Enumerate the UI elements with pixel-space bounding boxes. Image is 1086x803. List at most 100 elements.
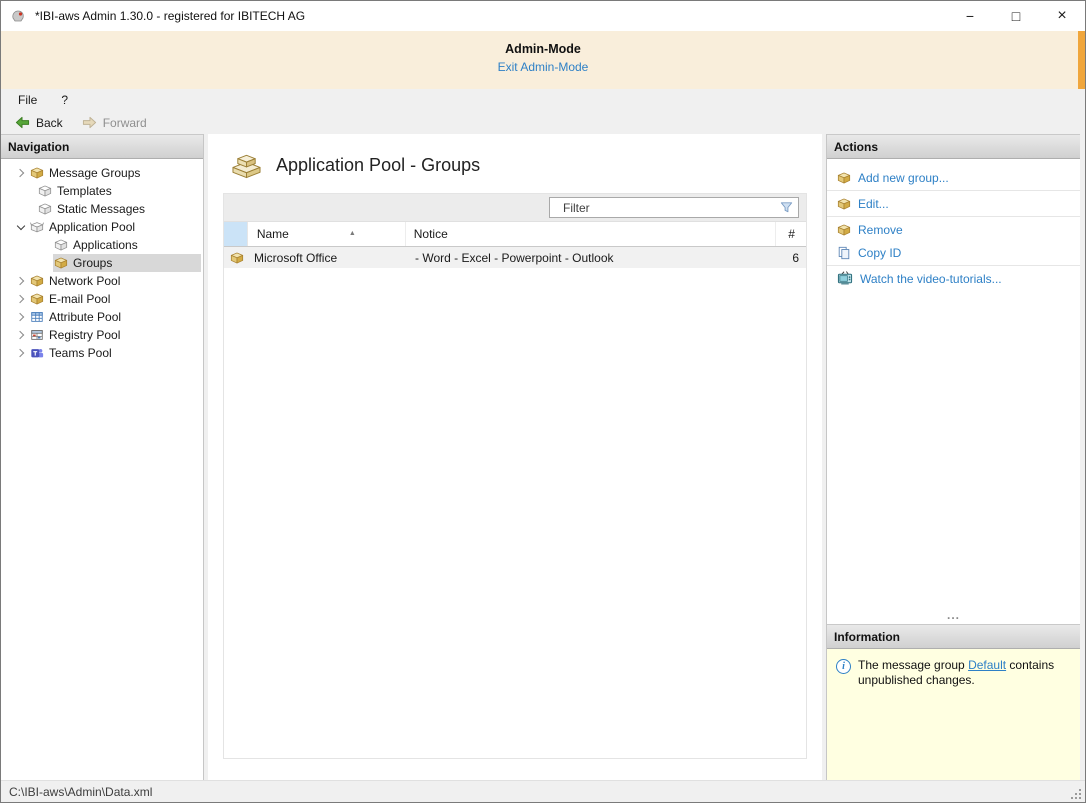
nav-item-network-pool[interactable]: Network Pool — [1, 272, 203, 290]
action-label[interactable]: Add new group... — [858, 171, 949, 185]
action-label[interactable]: Edit... — [858, 197, 889, 211]
add-group-icon — [837, 171, 851, 185]
info-text-before: The message group — [858, 658, 968, 672]
chevron-collapsed-icon[interactable] — [13, 164, 29, 182]
actions-separator — [827, 265, 1080, 266]
forward-arrow-icon — [81, 115, 98, 130]
nav-item-label: Registry Pool — [49, 328, 120, 342]
column-label-notice: Notice — [414, 227, 448, 241]
nav-item-templates[interactable]: Templates — [1, 182, 203, 200]
admin-mode-title: Admin-Mode — [1, 42, 1085, 56]
back-label: Back — [36, 116, 63, 130]
right-panel: Actions Add new group...Edit...RemoveCop… — [826, 134, 1080, 780]
chevron-collapsed-icon[interactable] — [13, 272, 29, 290]
window-controls: − □ × — [947, 1, 1085, 31]
menu-file[interactable]: File — [18, 93, 37, 107]
resize-grip-icon[interactable] — [1069, 787, 1082, 800]
action-label[interactable]: Remove — [858, 223, 903, 237]
message-groups-icon — [30, 166, 44, 180]
action-label[interactable]: Copy ID — [858, 246, 901, 260]
close-button[interactable]: × — [1039, 1, 1085, 31]
forward-label: Forward — [103, 116, 147, 130]
chevron-collapsed-icon[interactable] — [13, 308, 29, 326]
panel-splitter-grip[interactable]: ... — [827, 611, 1080, 624]
edit-icon — [837, 197, 851, 211]
chevron-spacer — [37, 236, 53, 254]
chevron-collapsed-icon[interactable] — [13, 344, 29, 362]
nav-item-attribute-pool[interactable]: Attribute Pool — [1, 308, 203, 326]
back-button[interactable]: Back — [14, 115, 63, 130]
information-text: The message group Default contains unpub… — [858, 658, 1070, 688]
nav-item-applications[interactable]: Applications — [1, 236, 203, 254]
nav-item-message-groups[interactable]: Message Groups — [1, 164, 203, 182]
actions-separator — [827, 190, 1080, 191]
nav-item-label: Templates — [57, 184, 112, 198]
app-icon — [10, 8, 26, 24]
nav-item-e-mail-pool[interactable]: E-mail Pool — [1, 290, 203, 308]
nav-item-registry-pool[interactable]: Registry Pool — [1, 326, 203, 344]
menu-help[interactable]: ? — [61, 93, 68, 107]
templates-icon — [38, 184, 52, 198]
nav-item-application-pool[interactable]: Application Pool — [1, 218, 203, 236]
column-header-name[interactable]: Name — [248, 222, 406, 246]
applications-icon — [54, 238, 68, 252]
nav-item-groups[interactable]: Groups — [1, 254, 203, 272]
filter-bar — [224, 194, 806, 222]
chevron-collapsed-icon[interactable] — [13, 326, 29, 344]
info-icon — [836, 659, 851, 674]
close-icon: × — [1057, 7, 1066, 25]
exit-admin-mode-link[interactable]: Exit Admin-Mode — [1, 60, 1085, 74]
nav-item-label: Applications — [73, 238, 138, 252]
groups-table: Name Notice # Microsoft Office- Word - E… — [223, 193, 807, 759]
maximize-button[interactable]: □ — [993, 1, 1039, 31]
registry-pool-icon — [30, 328, 44, 342]
nav-item-label: Network Pool — [49, 274, 120, 288]
chevron-expanded-icon[interactable] — [13, 218, 29, 236]
navigation-panel: Navigation Message GroupsTemplatesStatic… — [1, 134, 204, 780]
chevron-spacer — [37, 254, 53, 272]
forward-button[interactable]: Forward — [81, 115, 147, 130]
application-pool-icon — [30, 220, 44, 234]
column-label-name: Name — [257, 227, 289, 241]
cell-count: 6 — [780, 251, 810, 265]
table-row-microsoft-office[interactable]: Microsoft Office- Word - Excel - Powerpo… — [224, 247, 806, 268]
cell-name: Microsoft Office — [248, 251, 407, 265]
groups-icon — [54, 256, 68, 270]
action-watch-the-video-tutorials[interactable]: Watch the video-tutorials... — [827, 267, 1080, 290]
window-title: *IBI-aws Admin 1.30.0 - registered for I… — [35, 9, 305, 23]
stacked-groups-icon — [230, 151, 263, 180]
sort-ascending-icon — [349, 230, 356, 237]
action-label[interactable]: Watch the video-tutorials... — [860, 272, 1002, 286]
action-remove[interactable]: Remove — [827, 218, 1080, 241]
nav-item-static-messages[interactable]: Static Messages — [1, 200, 203, 218]
minimize-icon: − — [966, 8, 974, 24]
back-arrow-icon — [14, 115, 31, 130]
nav-item-label: Teams Pool — [49, 346, 112, 360]
banner-accent-bar — [1078, 31, 1085, 89]
remove-icon — [837, 223, 851, 237]
information-header: Information — [827, 624, 1080, 649]
toolbar: Back Forward — [1, 111, 1085, 134]
minimize-button[interactable]: − — [947, 1, 993, 31]
action-edit[interactable]: Edit... — [827, 192, 1080, 215]
filter-input[interactable] — [549, 197, 799, 218]
chevron-collapsed-icon[interactable] — [13, 290, 29, 308]
default-message-group-link[interactable]: Default — [968, 658, 1006, 672]
teams-pool-icon — [30, 346, 44, 360]
action-copy-id[interactable]: Copy ID — [827, 241, 1080, 264]
filter-funnel-icon[interactable] — [779, 200, 794, 215]
chevron-spacer — [21, 200, 37, 218]
actions-separator — [827, 216, 1080, 217]
nav-item-label: Attribute Pool — [49, 310, 121, 324]
icon-column-header[interactable] — [224, 222, 248, 246]
navigation-tree: Message Groups Templates Static Messages Ap… — [1, 159, 203, 780]
main-region: Navigation Message GroupsTemplatesStatic… — [1, 134, 1085, 780]
admin-mode-banner: Admin-Mode Exit Admin-Mode — [1, 31, 1085, 89]
nav-item-label: Static Messages — [57, 202, 145, 216]
column-header-count[interactable]: # — [776, 222, 806, 246]
cell-notice: - Word - Excel - Powerpoint - Outlook — [407, 251, 780, 265]
copy-id-icon — [837, 246, 851, 260]
column-header-notice[interactable]: Notice — [406, 222, 776, 246]
action-add-new-group[interactable]: Add new group... — [827, 166, 1080, 189]
nav-item-teams-pool[interactable]: Teams Pool — [1, 344, 203, 362]
